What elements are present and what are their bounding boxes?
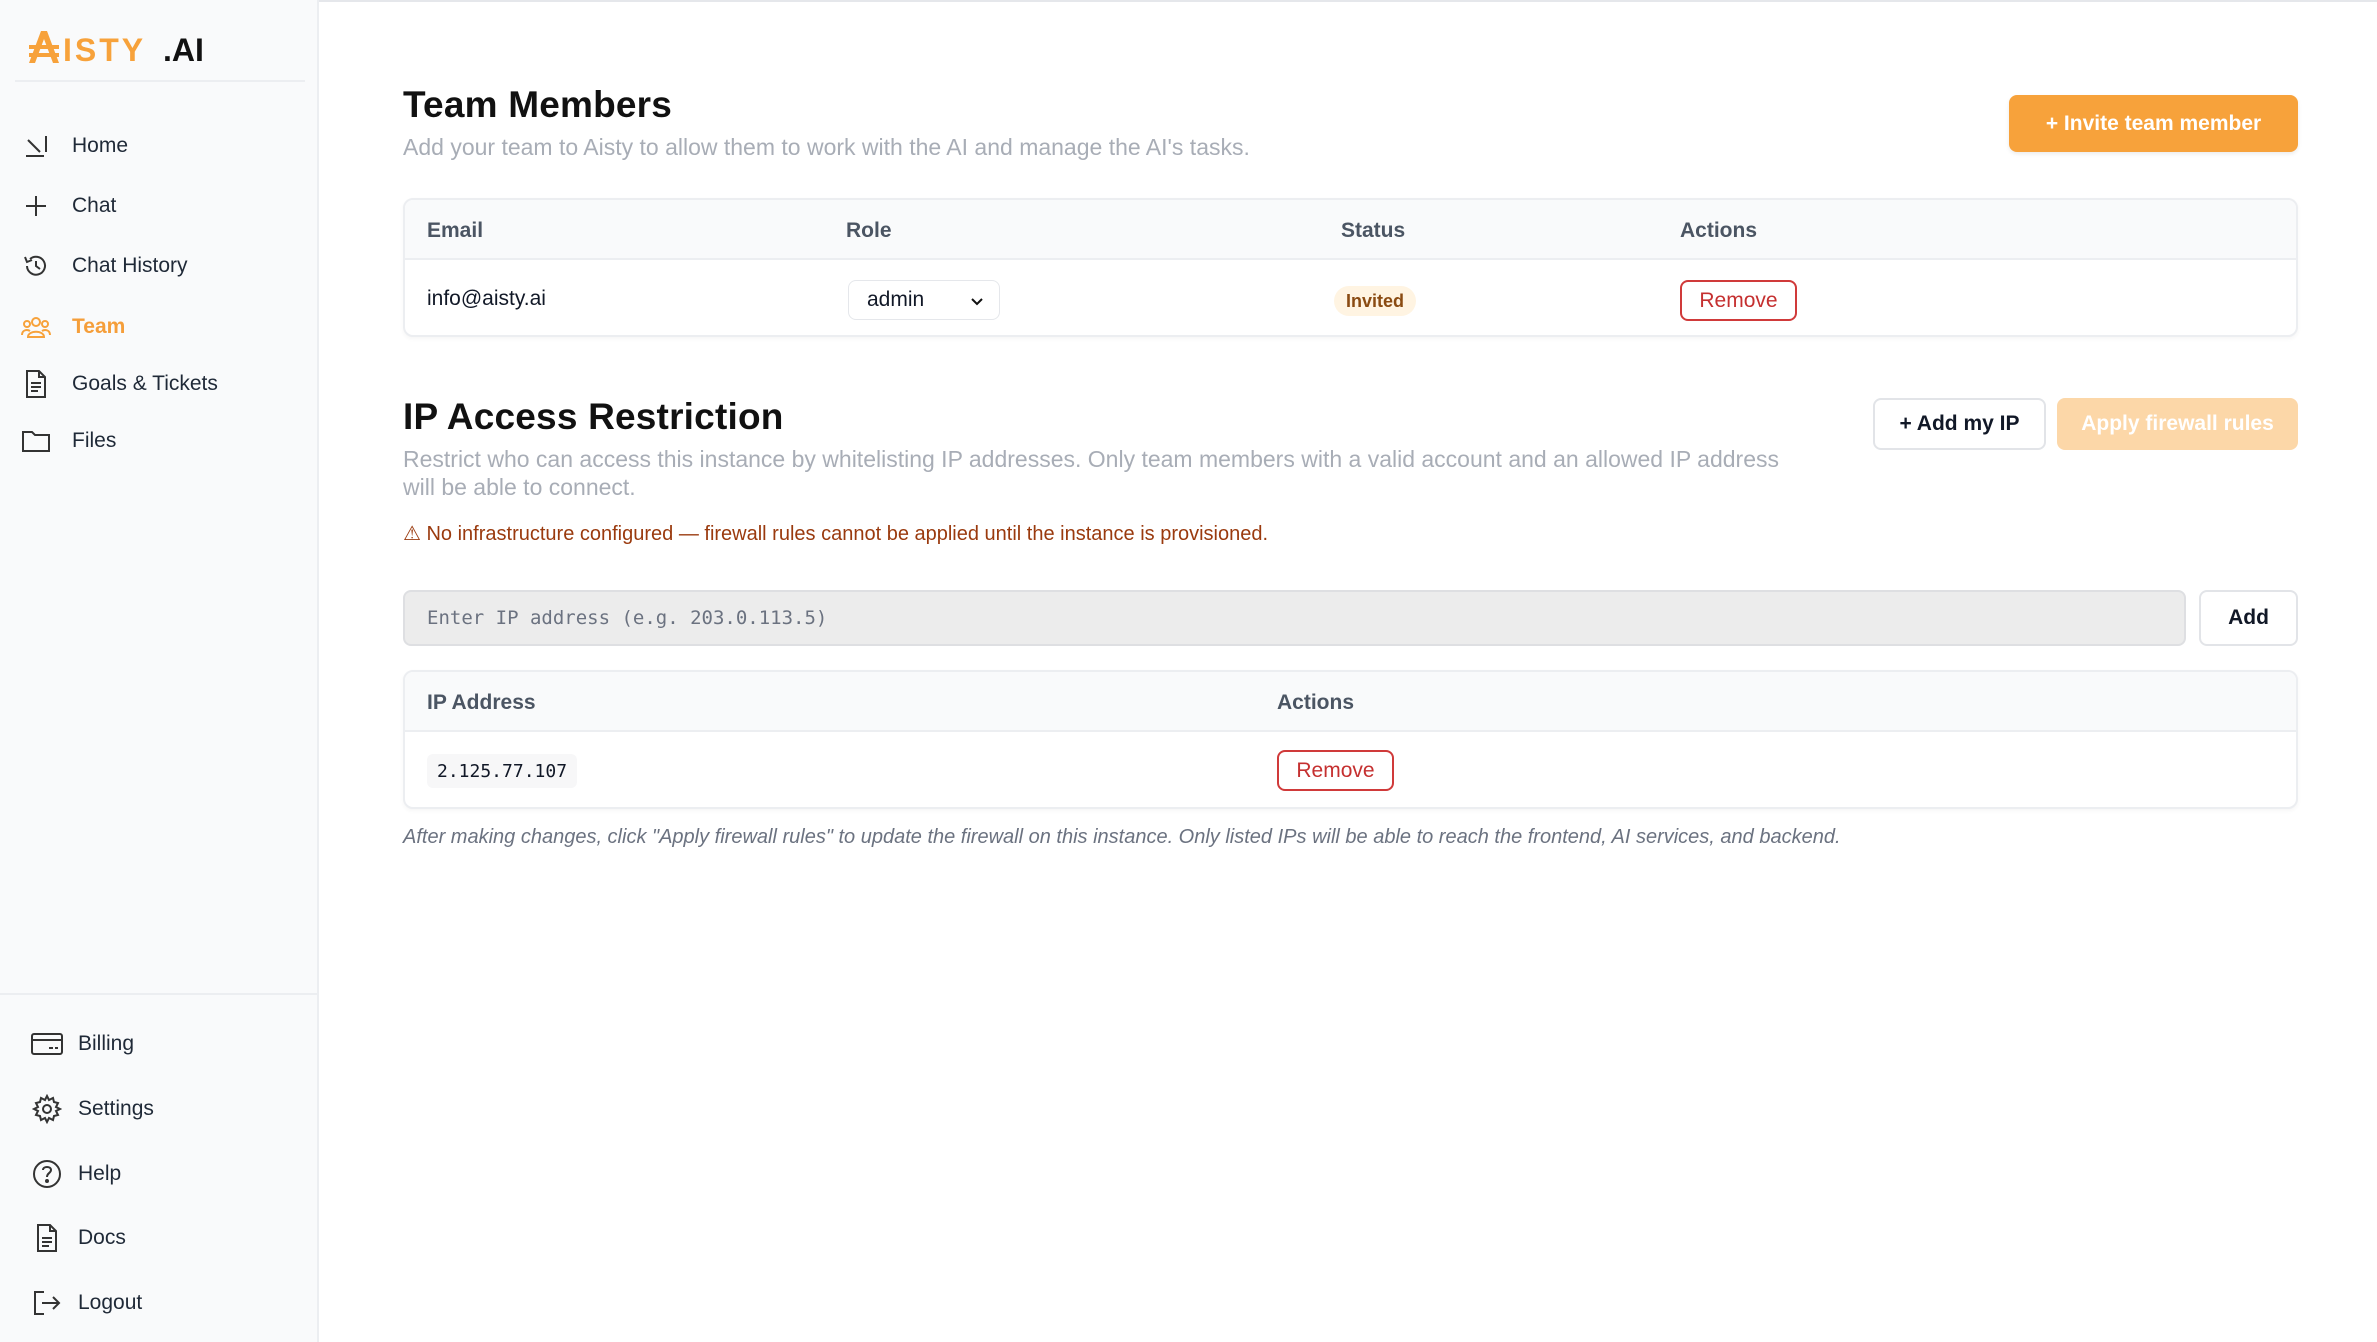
sidebar-bottom-divider — [0, 993, 319, 995]
home-icon — [20, 130, 52, 162]
ip-access-subtitle-line1: Restrict who can access this instance by… — [403, 446, 1779, 472]
infrastructure-warning: ⚠ No infrastructure configured — firewal… — [403, 523, 1269, 545]
status-badge: Invited — [1334, 286, 1417, 316]
remove-member-button[interactable]: Remove — [1680, 280, 1797, 321]
history-icon — [20, 250, 52, 282]
role-select[interactable]: admin — [848, 280, 1000, 320]
team-title: Team Members — [403, 84, 673, 125]
team-icon — [20, 311, 52, 343]
sidebar-item-chat-history[interactable]: Chat History — [20, 244, 300, 288]
document-icon — [20, 368, 52, 400]
sidebar-item-label: Help — [78, 1162, 122, 1185]
aisty-logo-icon: ISTY .AI — [29, 31, 204, 67]
sidebar-item-label: Files — [72, 429, 117, 452]
sidebar-item-label: Settings — [78, 1097, 154, 1120]
member-email: info@aisty.ai — [427, 287, 546, 310]
sidebar-item-help[interactable]: Help — [30, 1152, 300, 1196]
svg-text:ISTY: ISTY — [63, 32, 146, 67]
sidebar-item-label: Logout — [78, 1291, 143, 1314]
sidebar-item-settings[interactable]: Settings — [30, 1087, 300, 1131]
ip-address-value: 2.125.77.107 — [427, 754, 578, 788]
sidebar-item-home[interactable]: Home — [20, 124, 300, 168]
ip-access-subtitle-line2: will be able to connect. — [403, 474, 636, 500]
sidebar-item-label: Chat — [72, 194, 117, 217]
ip-table: IP Address Actions 2.125.77.107 Remove — [403, 670, 2298, 809]
sidebar: ISTY .AI Home Chat Chat History Team Goa… — [0, 0, 319, 1342]
column-header-actions: Actions — [1277, 691, 1355, 714]
column-header-actions: Actions — [1680, 219, 1758, 242]
sidebar-item-team[interactable]: Team — [20, 305, 300, 349]
sidebar-item-docs[interactable]: Docs — [30, 1216, 300, 1260]
sidebar-item-chat[interactable]: Chat — [20, 184, 300, 228]
logo-divider — [15, 80, 305, 82]
column-header-role: Role — [846, 219, 892, 242]
billing-icon — [30, 1027, 64, 1061]
gear-icon — [30, 1092, 64, 1126]
sidebar-item-billing[interactable]: Billing — [30, 1022, 300, 1066]
remove-ip-button[interactable]: Remove — [1277, 750, 1394, 791]
sidebar-item-files[interactable]: Files — [20, 419, 300, 463]
help-icon — [30, 1157, 64, 1191]
logout-icon — [30, 1286, 64, 1320]
add-ip-button[interactable]: Add — [2199, 590, 2298, 646]
sidebar-item-label: Goals & Tickets — [72, 372, 218, 395]
team-subtitle: Add your team to Aisty to allow them to … — [403, 134, 1250, 160]
sidebar-item-label: Team — [72, 315, 126, 338]
sidebar-item-goals-tickets[interactable]: Goals & Tickets — [20, 362, 300, 406]
top-border — [0, 0, 2377, 2]
svg-text:.AI: .AI — [163, 32, 204, 67]
add-my-ip-button[interactable]: + Add my IP — [1873, 398, 2046, 450]
sidebar-item-label: Docs — [78, 1226, 126, 1249]
team-table-header: Email Role Status Actions — [405, 200, 2296, 260]
invite-team-member-button[interactable]: + Invite team member — [2009, 95, 2298, 152]
firewall-footnote: After making changes, click "Apply firew… — [403, 826, 1841, 848]
role-select-value: admin — [867, 288, 925, 311]
ip-table-header: IP Address Actions — [405, 672, 2296, 732]
column-header-ip-address: IP Address — [427, 691, 536, 714]
sidebar-item-label: Home — [72, 134, 129, 157]
team-table: Email Role Status Actions info@aisty.ai … — [403, 198, 2298, 337]
column-header-email: Email — [427, 219, 484, 242]
chevron-down-icon — [971, 298, 983, 306]
docs-icon — [30, 1221, 64, 1255]
ip-access-title: IP Access Restriction — [403, 396, 784, 437]
plus-icon — [20, 190, 52, 222]
column-header-status: Status — [1341, 219, 1406, 242]
sidebar-item-logout[interactable]: Logout — [30, 1281, 300, 1325]
ip-address-input[interactable] — [403, 590, 2186, 646]
logo[interactable]: ISTY .AI — [29, 27, 229, 67]
sidebar-item-label: Billing — [78, 1032, 135, 1055]
sidebar-item-label: Chat History — [72, 254, 188, 277]
folder-icon — [20, 425, 52, 457]
apply-firewall-rules-button[interactable]: Apply firewall rules — [2057, 398, 2298, 450]
